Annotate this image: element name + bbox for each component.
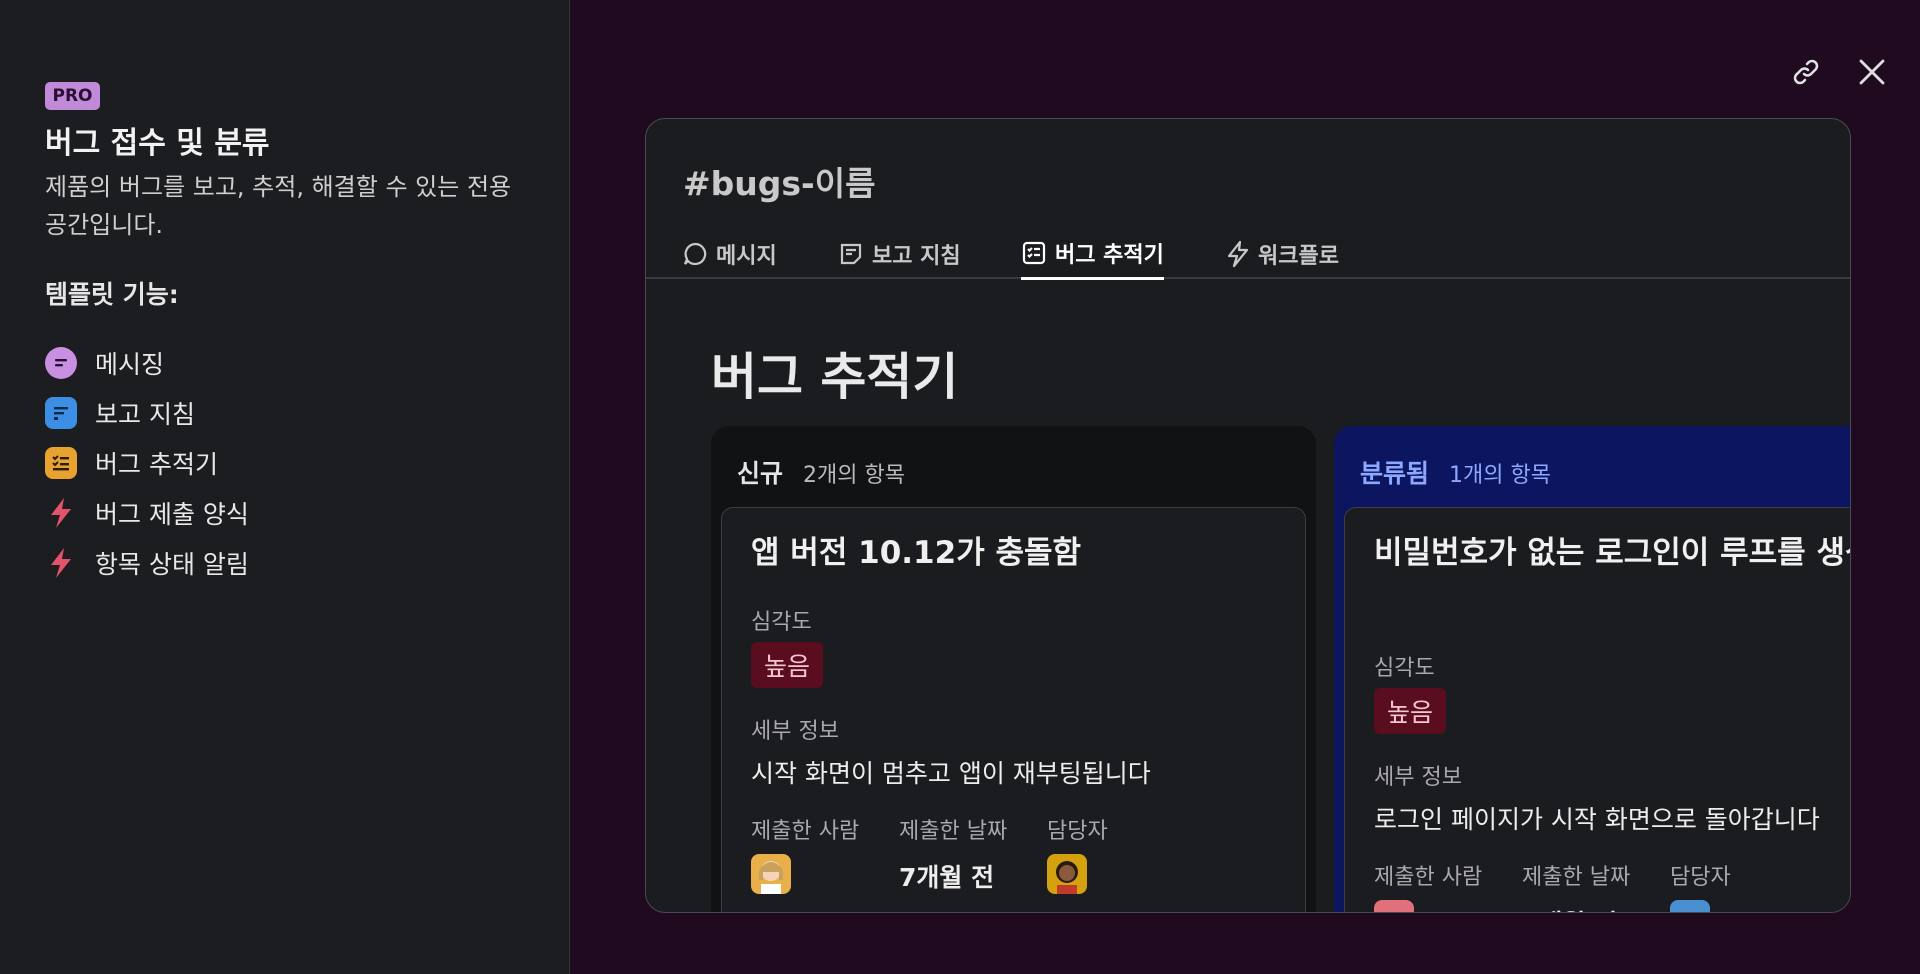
template-title: 버그 접수 및 분류	[45, 126, 270, 161]
submitter-avatar	[1374, 900, 1414, 912]
tab-label: 메시지	[716, 244, 777, 269]
submitter-label: 제출한 사람	[751, 819, 860, 844]
feature-label: 항목 상태 알림	[95, 550, 249, 579]
close-icon	[1859, 59, 1885, 85]
checklist-icon	[45, 447, 77, 479]
channel-name: #bugs-이름	[683, 164, 876, 203]
date-label: 제출한 날짜	[1522, 865, 1631, 890]
canvas-doc-icon	[45, 397, 77, 429]
severity-label: 심각도	[751, 610, 812, 635]
list-icon	[1022, 241, 1046, 265]
details-label: 세부 정보	[751, 719, 839, 744]
lightning-icon	[45, 497, 77, 529]
board-column-triaged: 분류됨 1개의 항목 비밀번호가 없는 로그인이 루프를 생성함 심각도 높음 …	[1334, 426, 1851, 912]
submitter-label: 제출한 사람	[1374, 865, 1483, 890]
details-label: 세부 정보	[1374, 765, 1462, 790]
card-title: 앱 버전 10.12가 충돌함	[751, 535, 1082, 571]
submitter-avatar	[751, 854, 791, 894]
assignee-label: 담당자	[1670, 865, 1731, 890]
severity-badge: 높음	[751, 642, 823, 688]
channel-preview: #bugs-이름 메시지 보고 지침 버그 추적기 워크플로 버그 추적기 신규…	[645, 118, 1851, 913]
link-icon	[1793, 59, 1819, 85]
tab-label: 버그 추적기	[1055, 243, 1164, 268]
feature-list: 메시징 보고 지침 버그 추적기 버그 제출 양식 항목 상태 알림	[45, 338, 249, 588]
message-icon	[683, 242, 707, 266]
features-heading: 템플릿 기능:	[45, 280, 179, 309]
feature-item-notifications: 항목 상태 알림	[45, 538, 249, 588]
tab-guidelines[interactable]: 보고 지침	[838, 229, 961, 279]
assignee-label: 담당자	[1047, 819, 1108, 844]
copy-link-button[interactable]	[1786, 52, 1826, 92]
tab-bug-tracker[interactable]: 버그 추적기	[1021, 229, 1164, 280]
message-bubble-icon	[45, 347, 77, 379]
tab-label: 워크플로	[1258, 244, 1339, 269]
tab-label: 보고 지침	[872, 244, 961, 269]
tab-workflows[interactable]: 워크플로	[1226, 229, 1339, 279]
column-header: 신규 2개의 항목	[737, 454, 905, 490]
tab-messages[interactable]: 메시지	[682, 229, 777, 279]
column-count: 1개의 항목	[1449, 463, 1551, 488]
modal-actions	[1786, 52, 1892, 92]
details-value: 시작 화면이 멈추고 앱이 재부팅됩니다	[751, 759, 1151, 788]
feature-label: 메시징	[95, 350, 165, 379]
date-label: 제출한 날짜	[899, 819, 1008, 844]
feature-item-tracker: 버그 추적기	[45, 438, 249, 488]
bug-card[interactable]: 비밀번호가 없는 로그인이 루프를 생성함 심각도 높음 세부 정보 로그인 페…	[1344, 507, 1851, 912]
severity-badge: 높음	[1374, 688, 1446, 734]
template-description: 제품의 버그를 보고, 추적, 해결할 수 있는 전용 공간입니다.	[45, 173, 512, 239]
severity-label: 심각도	[1374, 656, 1435, 681]
canvas-icon	[840, 243, 862, 265]
lightning-icon	[1227, 240, 1249, 268]
template-info-panel: PRO 버그 접수 및 분류 제품의 버그를 보고, 추적, 해결할 수 있는 …	[0, 0, 570, 974]
close-button[interactable]	[1852, 52, 1892, 92]
channel-tabs: 메시지 보고 지침 버그 추적기 워크플로	[646, 229, 1850, 280]
page-title: 버그 추적기	[711, 348, 959, 406]
column-name: 분류됨	[1360, 459, 1430, 488]
feature-label: 보고 지침	[95, 400, 195, 429]
details-value: 로그인 페이지가 시작 화면으로 돌아갑니다	[1374, 805, 1820, 834]
lightning-icon	[45, 547, 77, 579]
card-title: 비밀번호가 없는 로그인이 루프를 생성함	[1374, 535, 1851, 571]
assignee-avatar	[1047, 854, 1087, 894]
feature-label: 버그 추적기	[95, 450, 218, 479]
feature-item-messaging: 메시징	[45, 338, 249, 388]
column-name: 신규	[737, 459, 784, 488]
board-column-new: 신규 2개의 항목 앱 버전 10.12가 충돌함 심각도 높음 세부 정보 시…	[711, 426, 1316, 912]
feature-item-form: 버그 제출 양식	[45, 488, 249, 538]
submitted-date: 7개월 전	[899, 863, 995, 892]
assignee-avatar	[1670, 900, 1710, 912]
feature-label: 버그 제출 양식	[95, 500, 249, 529]
feature-item-guidelines: 보고 지침	[45, 388, 249, 438]
bug-card[interactable]: 앱 버전 10.12가 충돌함 심각도 높음 세부 정보 시작 화면이 멈추고 …	[721, 507, 1306, 912]
pro-badge: PRO	[45, 82, 100, 110]
column-header: 분류됨 1개의 항목	[1360, 454, 1551, 490]
column-count: 2개의 항목	[803, 463, 905, 488]
submitted-date: 7개월 전	[1522, 904, 1617, 912]
